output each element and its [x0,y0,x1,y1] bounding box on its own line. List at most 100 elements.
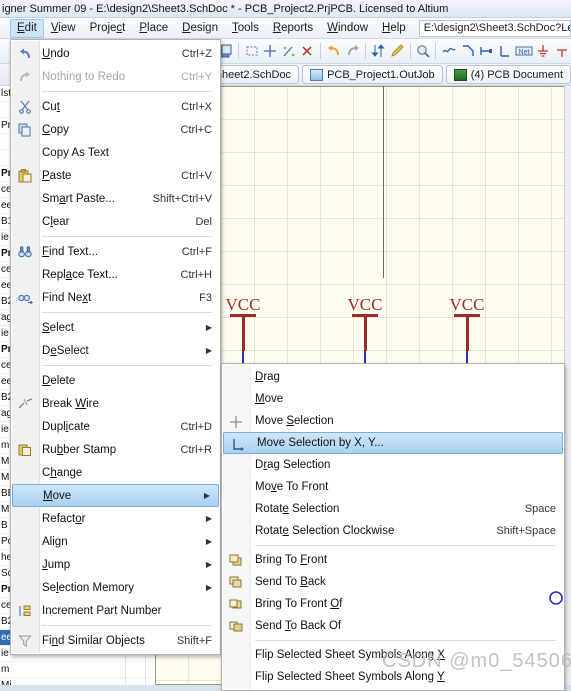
redo-icon[interactable] [343,41,362,61]
library-row[interactable]: m [0,662,155,678]
edit-menu-item-rubber-stamp[interactable]: Rubber Stamp Ctrl+R [11,438,220,461]
library-row[interactable]: Mi [0,678,155,685]
doctab-label: Sheet2.SchDoc [214,68,292,81]
edit-menu-item-break-wire[interactable]: Break Wire [11,392,220,415]
menu-tools[interactable]: Tools [225,19,266,38]
place-net-label-icon[interactable] [496,41,515,61]
menu-item-accelerator: Space [524,503,556,515]
menu-item-accelerator: Ctrl+F [181,245,212,258]
power-port-stem [363,317,367,351]
menu-item-label: Bring To Front Of [255,598,343,610]
edit-menu-item-refactor[interactable]: Refactor ▶ [11,507,220,530]
right-scroll-strip[interactable] [564,86,571,685]
menu-item-label: Send To Back Of [255,620,342,632]
edit-menu-item-copy-as-text[interactable]: Copy As Text [11,141,220,164]
move-submenu-item-drag-selection[interactable]: Drag Selection [222,454,564,476]
address-bar[interactable]: E:\design2\Sheet3.SchDoc?Left: ▼ [418,19,571,37]
place-bus-entry-icon[interactable] [477,41,496,61]
edit-menu-item-delete[interactable]: Delete [11,369,220,392]
menu-item-accelerator: Ctrl+V [181,169,212,182]
move-submenu-item-move-selection-by-x-y[interactable]: Move Selection by X, Y... [223,432,563,454]
move-submenu-item-rotate-selection[interactable]: Rotate Selection Space [222,498,564,520]
find-next-icon [16,289,34,306]
menu-item-accelerator: Ctrl+X [181,100,212,113]
menu-window[interactable]: Window [320,19,375,38]
edit-menu-item-find-text[interactable]: Find Text... Ctrl+F [11,240,220,263]
updown-arrows-icon[interactable] [369,41,388,61]
menu-item-label: Drag [255,371,280,383]
edit-menu-item-jump[interactable]: Jump ▶ [11,553,220,576]
menu-item-label: Smart Paste... [42,192,115,205]
window-title: igner Summer 09 - E:\design2\Sheet3.SchD… [2,3,449,15]
toolbar-separator [320,43,322,59]
edit-menu-item-deselect[interactable]: DeSelect ▶ [11,339,220,362]
menu-place[interactable]: Place [132,19,175,38]
submenu-arrow-icon: ▶ [205,560,212,569]
edit-dropdown-menu[interactable]: Undo Ctrl+Z Nothing to Redo Ctrl+Y Cut Ctrl+X… [10,39,221,655]
menu-item-label: DeSelect [42,344,89,357]
place-bus-icon[interactable] [458,41,477,61]
edit-menu-item-increment-part-number[interactable]: Increment Part Number [11,599,220,622]
move-submenu-item-send-to-back[interactable]: Send To Back [222,571,564,593]
move-xy-icon [229,436,247,453]
edit-menu-item-smart-paste[interactable]: Smart Paste... Shift+Ctrl+V [11,187,220,210]
move-cross-icon[interactable] [261,41,280,61]
menu-design[interactable]: Design [175,19,225,38]
edit-menu-item-find-similar-objects[interactable]: Find Similar Objects Shift+F [11,629,220,652]
edit-menu-item-undo[interactable]: Undo Ctrl+Z [11,42,220,65]
edit-menu-item-find-next[interactable]: Find Next F3 [11,286,220,309]
select-rect-icon[interactable] [242,41,261,61]
edit-menu-item-copy[interactable]: Copy Ctrl+C [11,118,220,141]
send-back-of-icon [227,618,245,635]
move-submenu-item-move[interactable]: Move [222,388,564,410]
highlight-pen-icon[interactable] [388,41,407,61]
menu-help[interactable]: Help [375,19,413,38]
edit-menu-item-replace-text[interactable]: Replace Text... Ctrl+H [11,263,220,286]
menu-item-label: Flip Selected Sheet Symbols Along Y [255,671,445,683]
menu-item-label: Bring To Front [255,554,328,566]
edit-menu-item-paste[interactable]: Paste Ctrl+V [11,164,220,187]
menu-item-label: Delete [42,374,76,387]
menu-view[interactable]: View [44,19,83,38]
move-submenu-item-move-to-front[interactable]: Move To Front [222,476,564,498]
edit-menu-item-duplicate[interactable]: Duplicate Ctrl+D [11,415,220,438]
edit-menu-item-clear[interactable]: Clear Del [11,210,220,233]
menu-separator [42,91,212,92]
edit-menu-item-cut[interactable]: Cut Ctrl+X [11,95,220,118]
move-submenu[interactable]: Drag Move Move Selection Move Selection by … [221,363,565,691]
move-submenu-item-move-selection[interactable]: Move Selection [222,410,564,432]
edit-menu-item-align[interactable]: Align ▶ [11,530,220,553]
menu-project[interactable]: Project [83,19,133,38]
move-submenu-item-send-to-back-of[interactable]: Send To Back Of [222,615,564,637]
move-submenu-item-bring-to-front-of[interactable]: Bring To Front Of [222,593,564,615]
rubber-stamp-icon [16,441,34,458]
doctab-outjob[interactable]: PCB_Project1.OutJob [302,65,443,84]
menu-reports[interactable]: Reports [266,19,320,38]
deselect-icon[interactable] [280,41,299,61]
undo-icon[interactable] [324,41,343,61]
doctab-pcb[interactable]: (4) PCB Document [445,65,571,84]
move-submenu-item-rotate-selection-clockwise[interactable]: Rotate Selection Clockwise Shift+Space [222,520,564,542]
menu-item-label: Move To Front [255,481,329,493]
edit-menu-item-selection-memory[interactable]: Selection Memory ▶ [11,576,220,599]
submenu-arrow-icon: ▶ [205,514,212,523]
menu-edit[interactable]: EEditdit [10,18,44,38]
move-submenu-item-bring-to-front[interactable]: Bring To Front [222,549,564,571]
menu-separator [42,236,212,237]
move-submenu-item-drag[interactable]: Drag [222,366,564,388]
clear-selection-icon[interactable] [299,41,318,61]
edit-menu-item-move[interactable]: Move ▶ [12,484,219,507]
edit-menu-item-change[interactable]: Change [11,461,220,484]
submenu-separator [255,545,556,546]
browse-components-icon[interactable] [414,41,433,61]
submenu-arrow-icon: ▶ [205,537,212,546]
place-wire-icon[interactable] [439,41,458,61]
edit-menu-item-select[interactable]: Select ▶ [11,316,220,339]
place-gnd-icon[interactable] [533,41,552,61]
net-icon[interactable]: Net [515,41,534,61]
move-submenu-item-flip-selected-sheet-symbols-along-x[interactable]: Flip Selected Sheet Symbols Along X [222,644,564,666]
place-vcc-icon[interactable] [552,41,571,61]
bring-front-icon [227,552,245,569]
break-wire-icon [16,395,34,412]
menu-item-accelerator: Ctrl+D [180,420,212,433]
